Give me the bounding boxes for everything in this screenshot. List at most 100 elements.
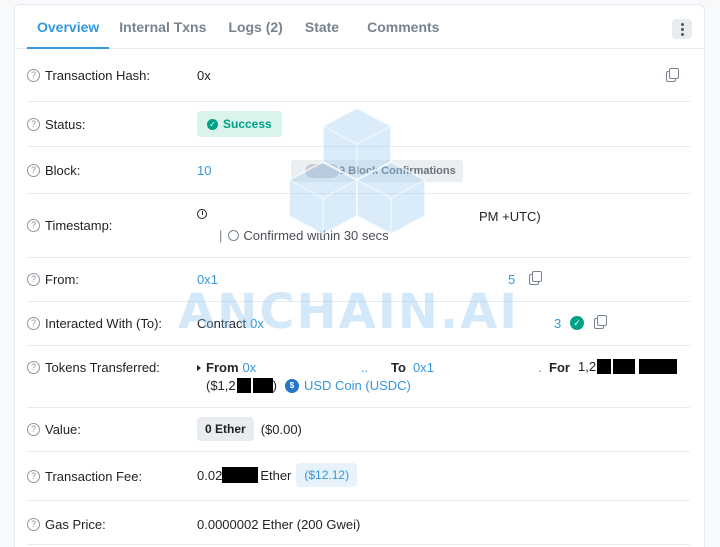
verified-check-icon: ✓ [570, 316, 584, 330]
contract-address-link[interactable]: 0x [250, 316, 264, 331]
row-transaction-fee: ? Transaction Fee: 0.02 Ether ($12.12) [27, 452, 690, 501]
timer-icon [228, 230, 240, 241]
interacted-label-group: ? Interacted With (To): [27, 316, 162, 331]
value-label-group: ? Value: [27, 422, 81, 437]
token-to-address[interactable]: 0x1 [413, 360, 434, 375]
value-usd: ($0.00) [260, 421, 302, 437]
fee-usd-chip: ($12.12) [296, 463, 358, 487]
row-from: ? From: 0x1 5 [27, 258, 690, 302]
from-label: From: [45, 272, 79, 287]
block-label-group: ? Block: [27, 163, 80, 178]
separator: | [219, 228, 223, 243]
redaction [639, 359, 678, 374]
tokens-label-group: ? Tokens Transferred: [27, 360, 160, 375]
help-icon[interactable]: ? [27, 273, 40, 286]
row-interacted-with: ? Interacted With (To): Contract 0x 3 ✓ [27, 302, 690, 346]
more-options-button[interactable] [672, 19, 692, 39]
copy-icon[interactable] [666, 68, 679, 82]
gas-price-value: 0.0000002 Ether (200 Gwei) [197, 517, 361, 532]
fee-label-group: ? Transaction Fee: [27, 469, 142, 484]
tokens-label: Tokens Transferred: [45, 360, 160, 375]
help-icon[interactable]: ? [27, 118, 40, 131]
token-amount: 1,2 [578, 359, 678, 374]
block-label: Block: [45, 163, 81, 178]
from-label-group: ? From: [27, 272, 79, 287]
value-ether-chip: 0 Ether [197, 417, 254, 441]
gas-label: Gas Price: [45, 517, 106, 532]
usdc-token-icon: $ [284, 378, 299, 393]
from-address-end[interactable]: 5 [508, 272, 515, 287]
more-dot-icon [680, 32, 684, 36]
help-icon[interactable]: ? [27, 164, 40, 177]
fee-content: 0.02 Ether ($12.12) [197, 463, 358, 487]
token-from-label: From [206, 360, 239, 375]
more-dot-icon [680, 22, 684, 26]
help-icon[interactable]: ? [27, 518, 40, 531]
timestamp-label-group: ? Timestamp: [27, 218, 112, 233]
interacted-label: Interacted With (To): [45, 316, 163, 331]
token-usd-start: ($1,2 [206, 378, 236, 393]
token-transfer-line: From 0x [197, 360, 256, 375]
row-status: ? Status: ✓ Success [27, 102, 690, 147]
gas-label-group: ? Gas Price: [27, 517, 106, 532]
tab-state[interactable]: State [295, 5, 349, 48]
caret-right-icon[interactable] [197, 364, 201, 371]
fee-unit: Ether [260, 467, 292, 483]
help-icon[interactable]: ? [27, 317, 40, 330]
status-label-group: ? Status: [27, 117, 85, 132]
timestamp-confirmed-group: | Confirmed within 30 secs [219, 228, 389, 243]
tab-logs[interactable]: Logs (2) [218, 5, 292, 48]
value-label: Value: [45, 422, 81, 437]
copy-icon[interactable] [594, 315, 607, 329]
token-amount-text: 1,2 [578, 359, 597, 374]
more-dot-icon [680, 27, 684, 31]
token-usd-end: ) [272, 378, 277, 393]
help-icon[interactable]: ? [27, 470, 40, 483]
redaction [222, 467, 259, 483]
redaction [252, 378, 273, 393]
tab-bar: Overview Internal Txns Logs (2) State Co… [15, 5, 704, 49]
timestamp-value [197, 209, 207, 219]
check-circle-icon: ✓ [207, 118, 218, 130]
help-icon[interactable]: ? [27, 219, 40, 232]
tab-internal-txns[interactable]: Internal Txns [109, 5, 216, 48]
transaction-hash-label: Transaction Hash: [45, 68, 151, 83]
confirmation-toggle[interactable] [303, 162, 341, 180]
row-gas-price: ? Gas Price: 0.0000002 Ether (200 Gwei) [27, 501, 690, 545]
redaction [236, 378, 251, 393]
token-from-address[interactable]: 0x [243, 360, 257, 375]
transaction-hash-label-group: ? Transaction Hash: [27, 68, 150, 83]
redaction [613, 359, 636, 374]
redaction [597, 359, 612, 374]
tab-comments[interactable]: Comments [357, 5, 449, 48]
transaction-hash-value: 0x [197, 68, 211, 83]
help-icon[interactable]: ? [27, 69, 40, 82]
copy-icon[interactable] [529, 271, 542, 285]
row-block: ? Block: 10 9 Block Confirmations [27, 147, 690, 194]
token-for-label: For [549, 360, 570, 375]
token-name-link[interactable]: USD Coin (USDC) [304, 378, 411, 393]
clock-icon [197, 209, 207, 219]
timestamp-suffix: PM +UTC) [479, 209, 541, 224]
fee-label: Transaction Fee: [45, 469, 143, 484]
token-to-ellipsis[interactable]: . [538, 360, 542, 375]
row-tokens-transferred: ? Tokens Transferred: From 0x .. To 0x1 … [27, 346, 690, 408]
row-value: ? Value: 0 Ether ($0.00) [27, 408, 690, 452]
contract-prefix: Contract [197, 316, 247, 331]
token-to-label: To [391, 360, 406, 375]
status-badge: ✓ Success [197, 111, 282, 137]
status-label: Status: [45, 117, 86, 132]
contract-address-end[interactable]: 3 [554, 316, 561, 331]
status-text: Success [223, 117, 272, 131]
help-icon[interactable]: ? [27, 361, 40, 374]
confirmed-within-text: Confirmed within 30 secs [243, 228, 389, 243]
block-number-link[interactable]: 10 [197, 163, 211, 178]
transaction-details-card: Overview Internal Txns Logs (2) State Co… [14, 4, 705, 547]
tab-overview[interactable]: Overview [27, 5, 110, 49]
token-from-ellipsis[interactable]: .. [361, 360, 368, 375]
status-value: ✓ Success [197, 111, 282, 137]
timestamp-label: Timestamp: [45, 218, 113, 233]
help-icon[interactable]: ? [27, 423, 40, 436]
token-usd-line: ($1,2 ) $ USD Coin (USDC) [206, 378, 411, 393]
from-address-link[interactable]: 0x1 [197, 272, 218, 287]
